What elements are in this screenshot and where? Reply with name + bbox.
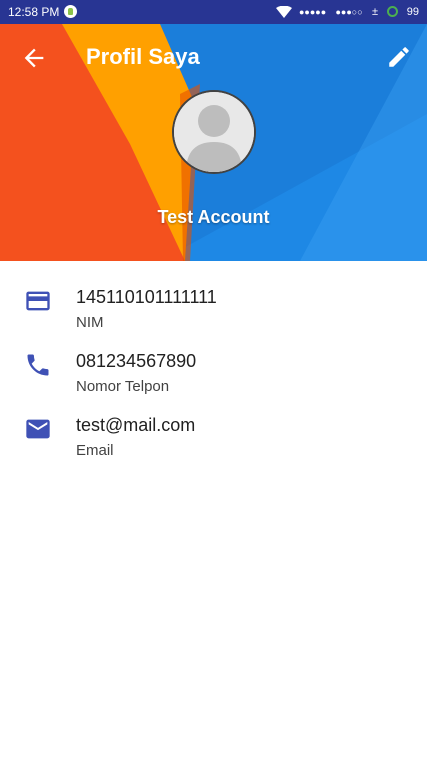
account-name: Test Account	[157, 207, 270, 227]
info-row-phone: 081234567890 Nomor Telpon	[0, 325, 427, 395]
info-row-nim: 145110101111111 NIM	[0, 261, 427, 331]
email-label: Email	[76, 442, 114, 459]
card-icon	[24, 287, 52, 315]
arrow-left-icon	[24, 48, 44, 68]
phone-value: 081234567890	[76, 351, 197, 371]
phone-icon	[24, 351, 52, 379]
email-value: test@mail.com	[76, 415, 196, 435]
signal-strength-1: ●●●●●	[298, 6, 327, 17]
status-right-group: ●●●●● ●●●○○ ± 99	[275, 4, 419, 20]
avatar	[172, 90, 256, 174]
profile-info-list: 145110101111111 NIM 081234567890 Nomor T…	[0, 261, 427, 459]
back-button[interactable]	[20, 44, 48, 72]
info-row-email: test@mail.com Email	[0, 389, 427, 459]
status-time: 12:58 PM	[8, 5, 60, 19]
profile-header: Profil Saya Test Account	[0, 24, 427, 261]
edit-profile-button[interactable]	[386, 44, 412, 70]
notification-app-icon	[64, 5, 77, 18]
signal-strength-2: ●●●○○	[335, 6, 363, 17]
pencil-icon	[389, 47, 409, 67]
default-user-icon	[174, 92, 254, 172]
battery-level: 99	[406, 5, 419, 18]
data-transfer-icon: ±	[372, 5, 379, 18]
battery-icon	[387, 6, 399, 18]
page-title: Profil Saya	[86, 44, 200, 69]
wifi-icon	[275, 5, 292, 18]
status-bar: 12:58 PM ●●●●● ●●●○○ ± 99	[0, 0, 427, 24]
nim-value: 145110101111111	[76, 287, 217, 307]
mail-icon	[24, 415, 52, 443]
